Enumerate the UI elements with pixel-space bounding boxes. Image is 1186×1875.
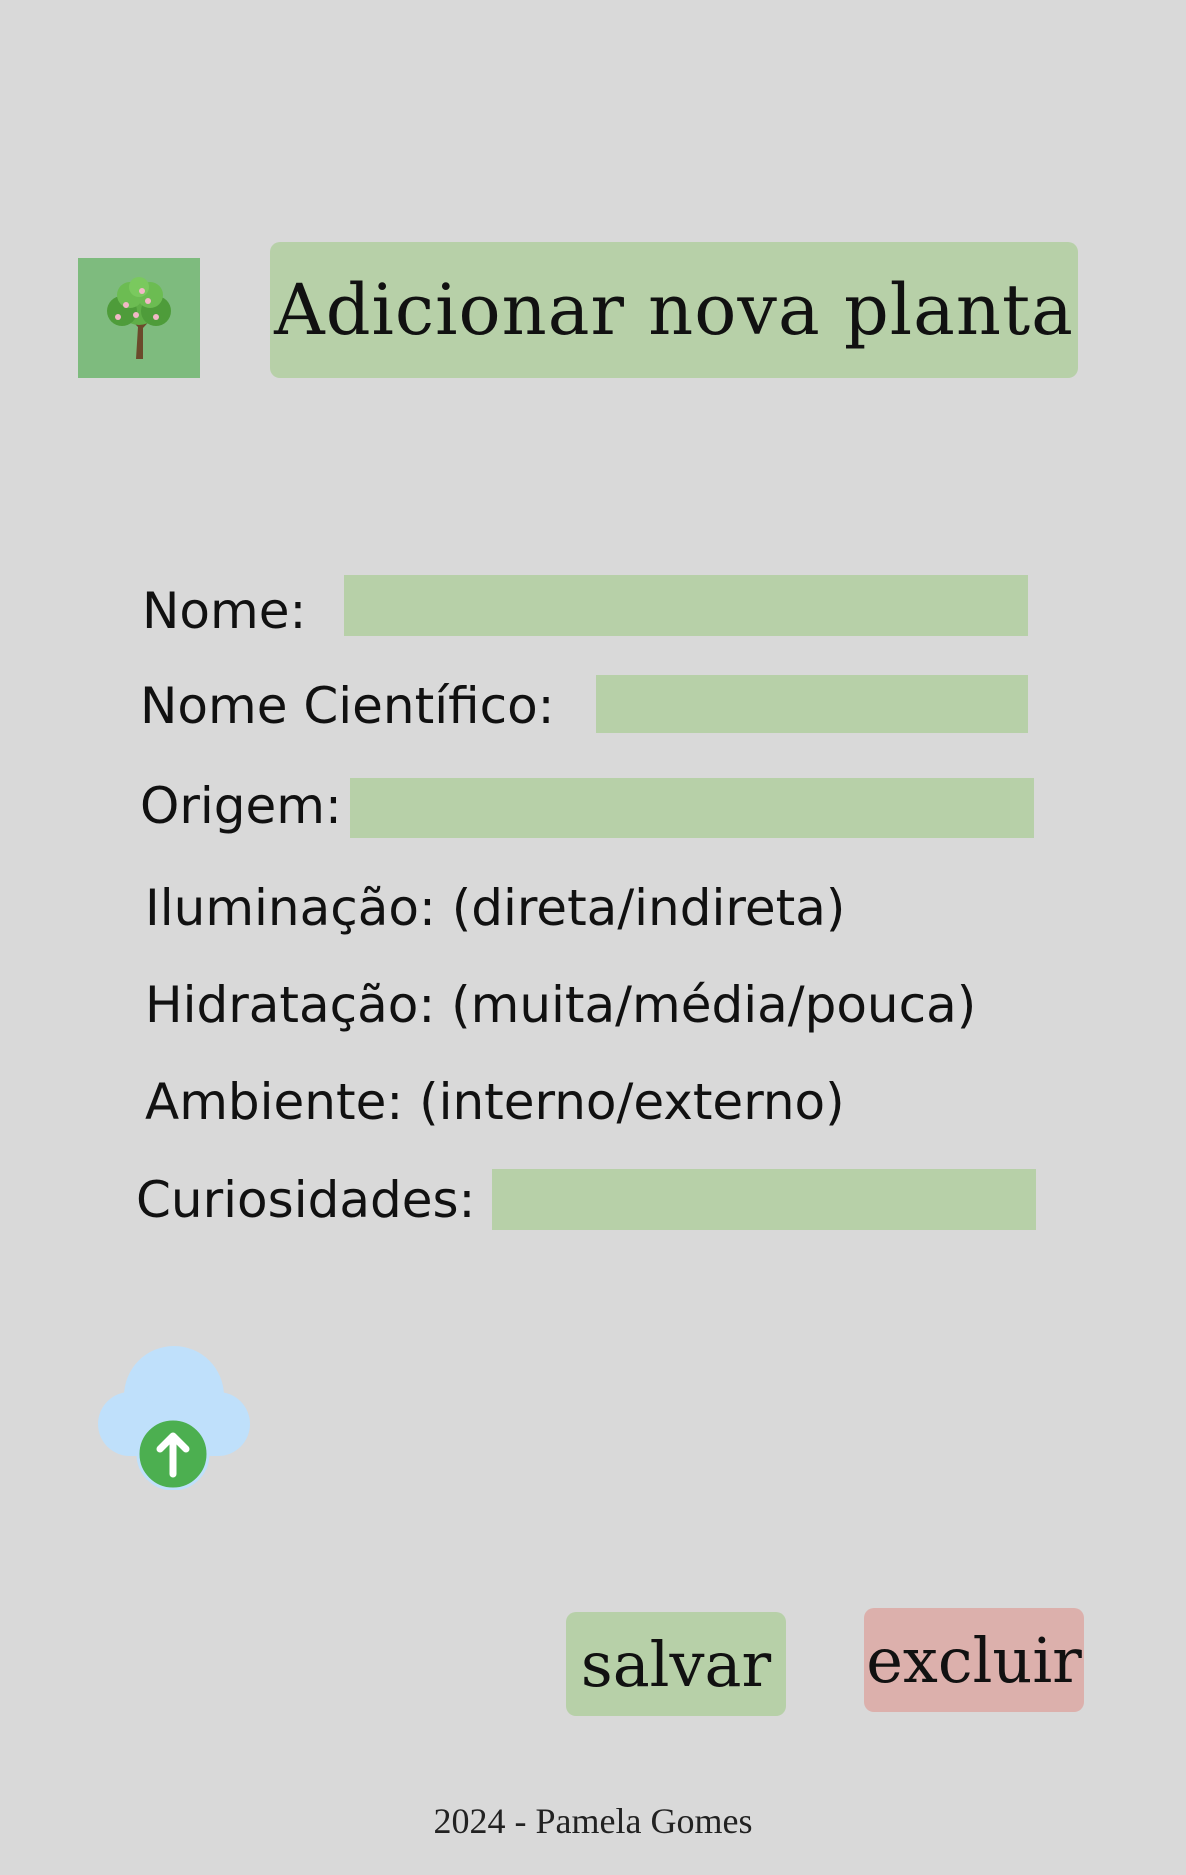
curiosidades-label: Curiosidades: — [136, 1171, 476, 1229]
page-title: Adicionar nova planta — [274, 269, 1074, 351]
curiosidades-input[interactable] — [492, 1169, 1036, 1230]
footer-credit: 2024 - Pamela Gomes — [433, 1801, 753, 1841]
cloud-upload-icon — [98, 1346, 250, 1491]
ambiente-label[interactable]: Ambiente: (interno/externo) — [145, 1077, 845, 1127]
iluminacao-label[interactable]: Iluminação: (direta/indireta) — [145, 883, 845, 933]
upload-button[interactable] — [98, 1344, 254, 1491]
hidratacao-label[interactable]: Hidratação: (muita/média/pouca) — [145, 980, 976, 1030]
page-title-banner: Adicionar nova planta — [270, 242, 1078, 378]
nome-label: Nome: — [142, 582, 307, 640]
origem-label: Origem: — [140, 777, 342, 835]
origem-input[interactable] — [350, 778, 1034, 838]
tree-icon — [107, 277, 171, 359]
nome-cientifico-label: Nome Científico: — [140, 677, 555, 735]
save-button[interactable]: salvar — [566, 1612, 786, 1716]
logo — [78, 258, 200, 378]
nome-input[interactable] — [344, 575, 1028, 636]
delete-button[interactable]: excluir — [864, 1608, 1084, 1712]
nome-cientifico-input[interactable] — [596, 675, 1028, 733]
